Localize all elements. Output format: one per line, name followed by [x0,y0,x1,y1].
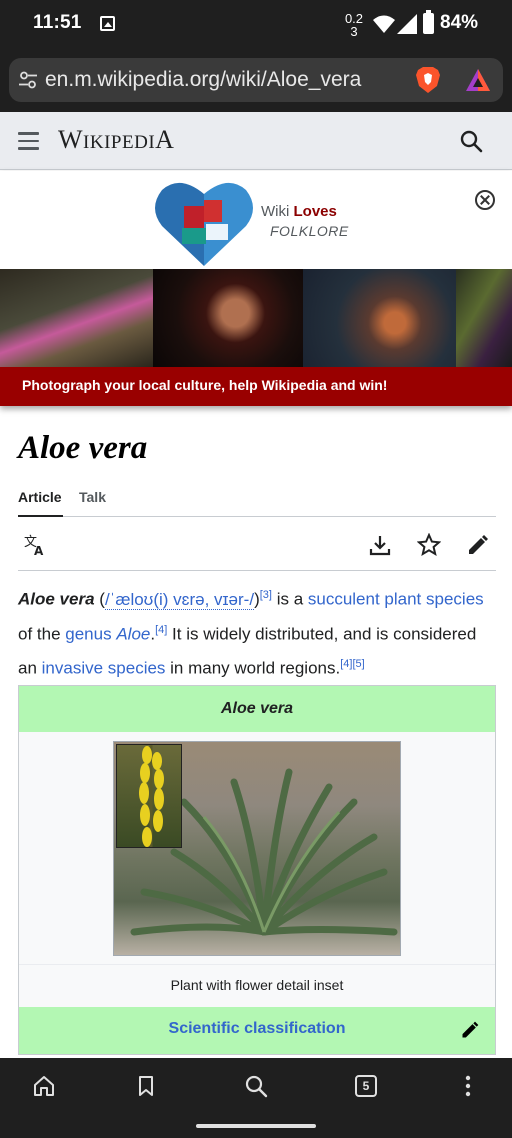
edit-pencil-icon[interactable] [460,1020,480,1040]
banner-photo [153,269,303,367]
link-aloe[interactable]: Aloe [116,624,150,643]
reference-link[interactable]: [4] [155,624,167,636]
link-genus[interactable]: genus [65,624,111,643]
page-actions: 文 A [18,527,496,571]
image-notification-icon [100,16,115,31]
scientific-classification-link[interactable]: Scientific classification [169,1020,346,1037]
wiki-loves-folklore-logo [155,182,253,266]
edit-pencil-icon[interactable] [466,533,490,557]
close-icon[interactable] [475,190,495,210]
flower-detail-inset [116,744,182,848]
svg-text:A: A [34,544,44,557]
data-speed: 0.2 3 [344,11,364,39]
namespace-tabs: Article Talk [18,489,496,517]
infobox: Aloe vera Plant with flower detail inset… [18,685,496,1055]
aloe-flower-image [139,745,164,847]
wifi-icon [373,15,395,33]
clock: 11:51 [33,12,82,33]
status-bar: 11:51 0.2 3 84% [0,0,512,50]
wikipedia-header: WIKIPEDIA [0,112,512,170]
battery-icon [423,10,434,34]
wiki-loves-folklore-banner[interactable]: Wiki Loves FOLKLORE Photograph your loca… [0,171,512,406]
link-invasive-species[interactable]: invasive species [42,659,166,678]
language-icon[interactable]: 文 A [23,533,47,557]
site-settings-icon[interactable] [19,71,37,89]
brave-rewards-icon[interactable] [465,68,491,92]
more-menu-icon[interactable] [456,1074,480,1098]
address-bar[interactable]: en.m.wikipedia.org/wiki/Aloe_vera [9,58,503,102]
banner-photo [0,269,153,367]
home-icon[interactable] [32,1074,56,1098]
menu-icon[interactable] [18,132,39,150]
link-succulent-plant[interactable]: succulent plant species [308,590,484,609]
banner-cta[interactable]: Photograph your local culture, help Wiki… [0,367,512,406]
tab-article[interactable]: Article [18,489,63,517]
reference-link[interactable]: [5] [352,658,364,670]
tab-talk[interactable]: Talk [79,489,106,517]
brave-shields-icon[interactable] [415,66,441,94]
cell-signal-icon [397,14,417,34]
tab-switcher-button[interactable]: 5 [355,1075,377,1097]
ipa-pronunciation[interactable]: /ˈæloʊ(i) vɛrə, vɪər-/ [104,589,255,610]
watch-star-icon[interactable] [417,533,441,557]
download-icon[interactable] [368,533,392,557]
search-icon[interactable] [459,129,483,153]
infobox-caption: Plant with flower detail inset [19,964,495,1006]
battery-percent: 84% [440,12,479,33]
lead-paragraph: Aloe vera (/ˈæloʊ(i) vɛrə, vɪər-/)[3] is… [18,589,484,678]
browser-toolbar: en.m.wikipedia.org/wiki/Aloe_vera [0,50,512,112]
scientific-classification-header: Scientific classification [19,1007,495,1054]
browser-bottom-bar: 5 [0,1058,512,1138]
banner-photo-strip [0,269,512,367]
banner-brand-sub: FOLKLORE [270,223,349,239]
banner-brand: Wiki Loves [261,203,337,220]
lead-term: Aloe vera [18,589,95,609]
page-title: Aloe vera [18,430,148,466]
banner-photo [456,269,512,367]
home-indicator[interactable] [196,1124,316,1128]
reference-link[interactable]: [4] [340,658,352,670]
banner-photo [303,269,456,367]
url-text[interactable]: en.m.wikipedia.org/wiki/Aloe_vera [45,68,361,92]
reference-link[interactable]: [3] [260,589,272,601]
infobox-title: Aloe vera [19,686,495,732]
search-icon[interactable] [244,1074,268,1098]
wikipedia-wordmark[interactable]: WIKIPEDIA [58,125,174,155]
bookmark-icon[interactable] [134,1074,158,1098]
infobox-image[interactable] [113,741,401,956]
